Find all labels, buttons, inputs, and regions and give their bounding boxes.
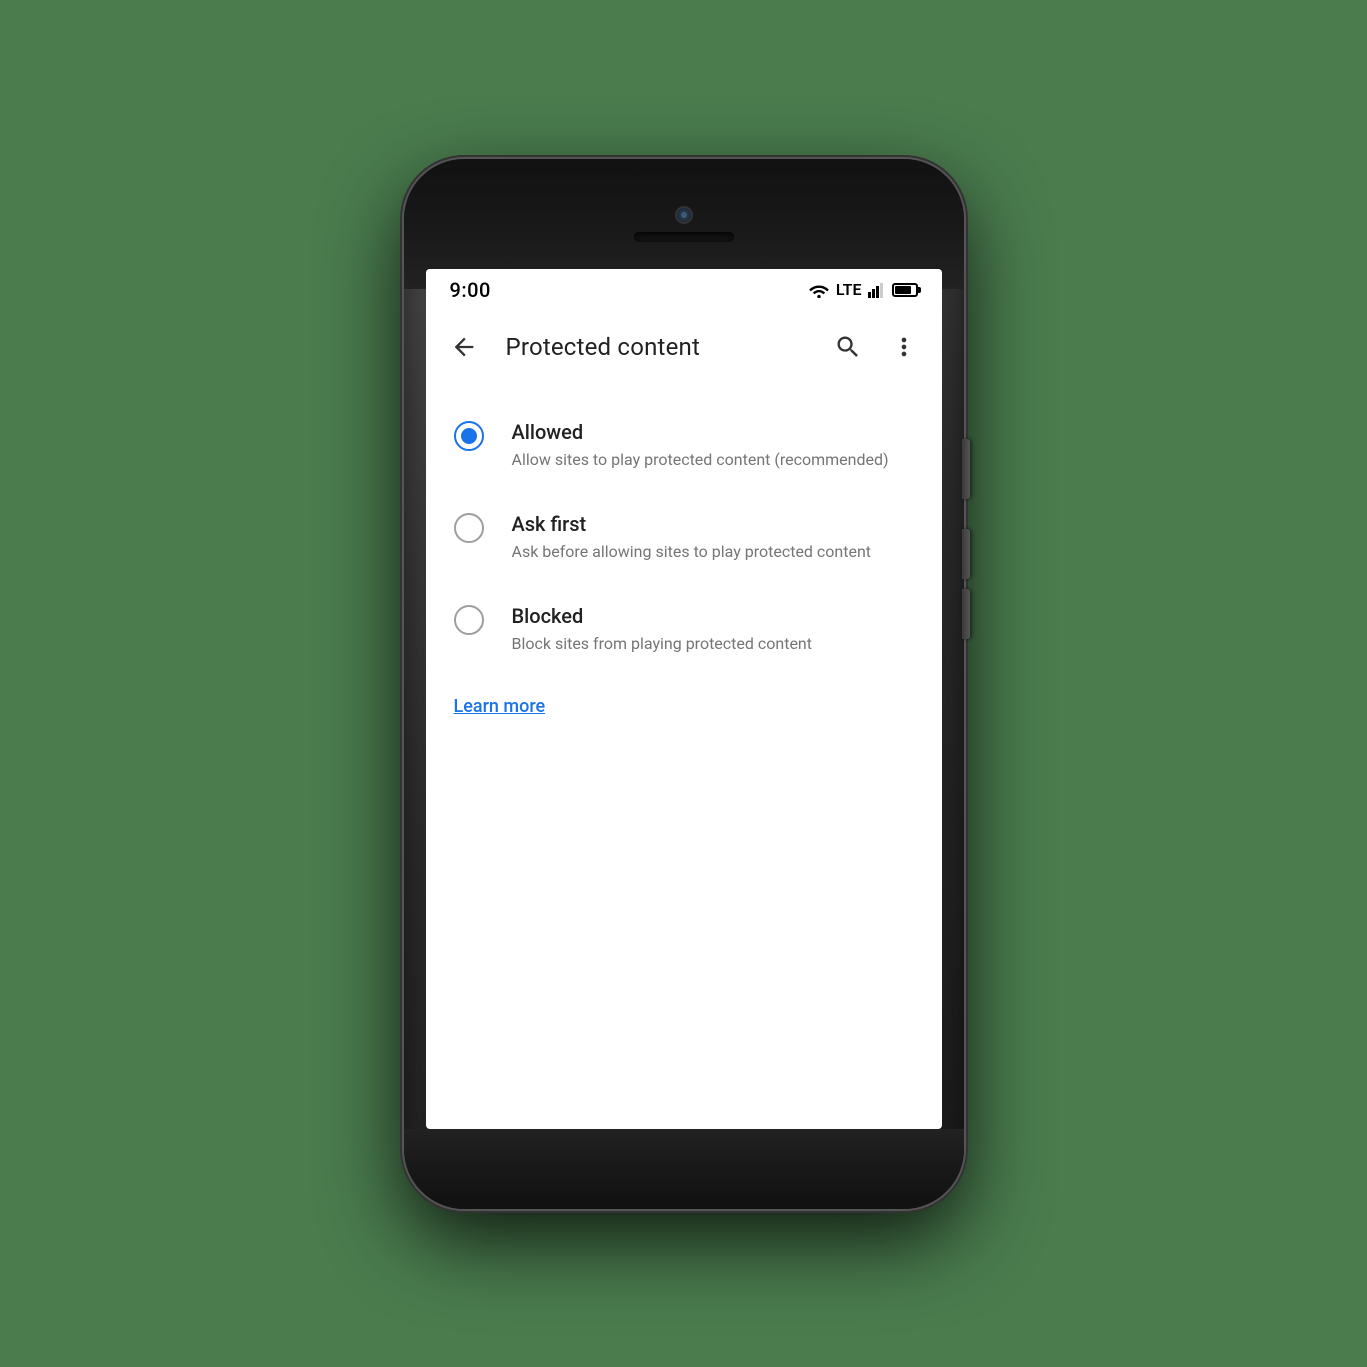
option-ask-first-desc: Ask before allowing sites to play protec… <box>512 541 914 563</box>
status-bar: 9:00 LTE <box>426 269 942 311</box>
option-ask-first[interactable]: Ask first Ask before allowing sites to p… <box>426 491 942 583</box>
phone-bottom-bezel <box>404 1129 964 1209</box>
phone-wrapper: 9:00 LTE <box>384 134 984 1234</box>
option-allowed[interactable]: Allowed Allow sites to play protected co… <box>426 399 942 491</box>
more-options-button[interactable] <box>882 325 926 369</box>
option-ask-first-title: Ask first <box>512 511 914 537</box>
back-button[interactable] <box>442 325 486 369</box>
option-allowed-title: Allowed <box>512 419 914 445</box>
option-blocked[interactable]: Blocked Block sites from playing protect… <box>426 583 942 675</box>
wifi-icon <box>808 282 830 298</box>
option-allowed-desc: Allow sites to play protected content (r… <box>512 449 914 471</box>
volume-up-button[interactable] <box>962 529 970 579</box>
search-button[interactable] <box>826 325 870 369</box>
toolbar-icons <box>826 325 926 369</box>
option-blocked-desc: Block sites from playing protected conte… <box>512 633 914 655</box>
page-title: Protected content <box>506 333 806 361</box>
camera <box>675 206 693 224</box>
power-button[interactable] <box>962 439 970 499</box>
phone-screen: 9:00 LTE <box>426 269 942 1129</box>
learn-more-link[interactable]: Learn more <box>426 676 574 737</box>
app-bar: Protected content <box>426 311 942 383</box>
option-ask-first-text: Ask first Ask before allowing sites to p… <box>512 511 914 563</box>
status-time: 9:00 <box>450 278 491 302</box>
option-allowed-text: Allowed Allow sites to play protected co… <box>512 419 914 471</box>
radio-blocked <box>454 605 484 635</box>
speaker <box>634 232 734 242</box>
radio-inner-allowed <box>461 428 477 444</box>
option-blocked-text: Blocked Block sites from playing protect… <box>512 603 914 655</box>
signal-icon <box>868 282 886 298</box>
content-area: Allowed Allow sites to play protected co… <box>426 383 942 753</box>
radio-ask-first <box>454 513 484 543</box>
option-blocked-title: Blocked <box>512 603 914 629</box>
battery-icon <box>892 283 918 297</box>
volume-down-button[interactable] <box>962 589 970 639</box>
radio-allowed <box>454 421 484 451</box>
phone-body: 9:00 LTE <box>404 159 964 1209</box>
status-icons: LTE <box>808 280 918 299</box>
lte-indicator: LTE <box>836 280 862 299</box>
